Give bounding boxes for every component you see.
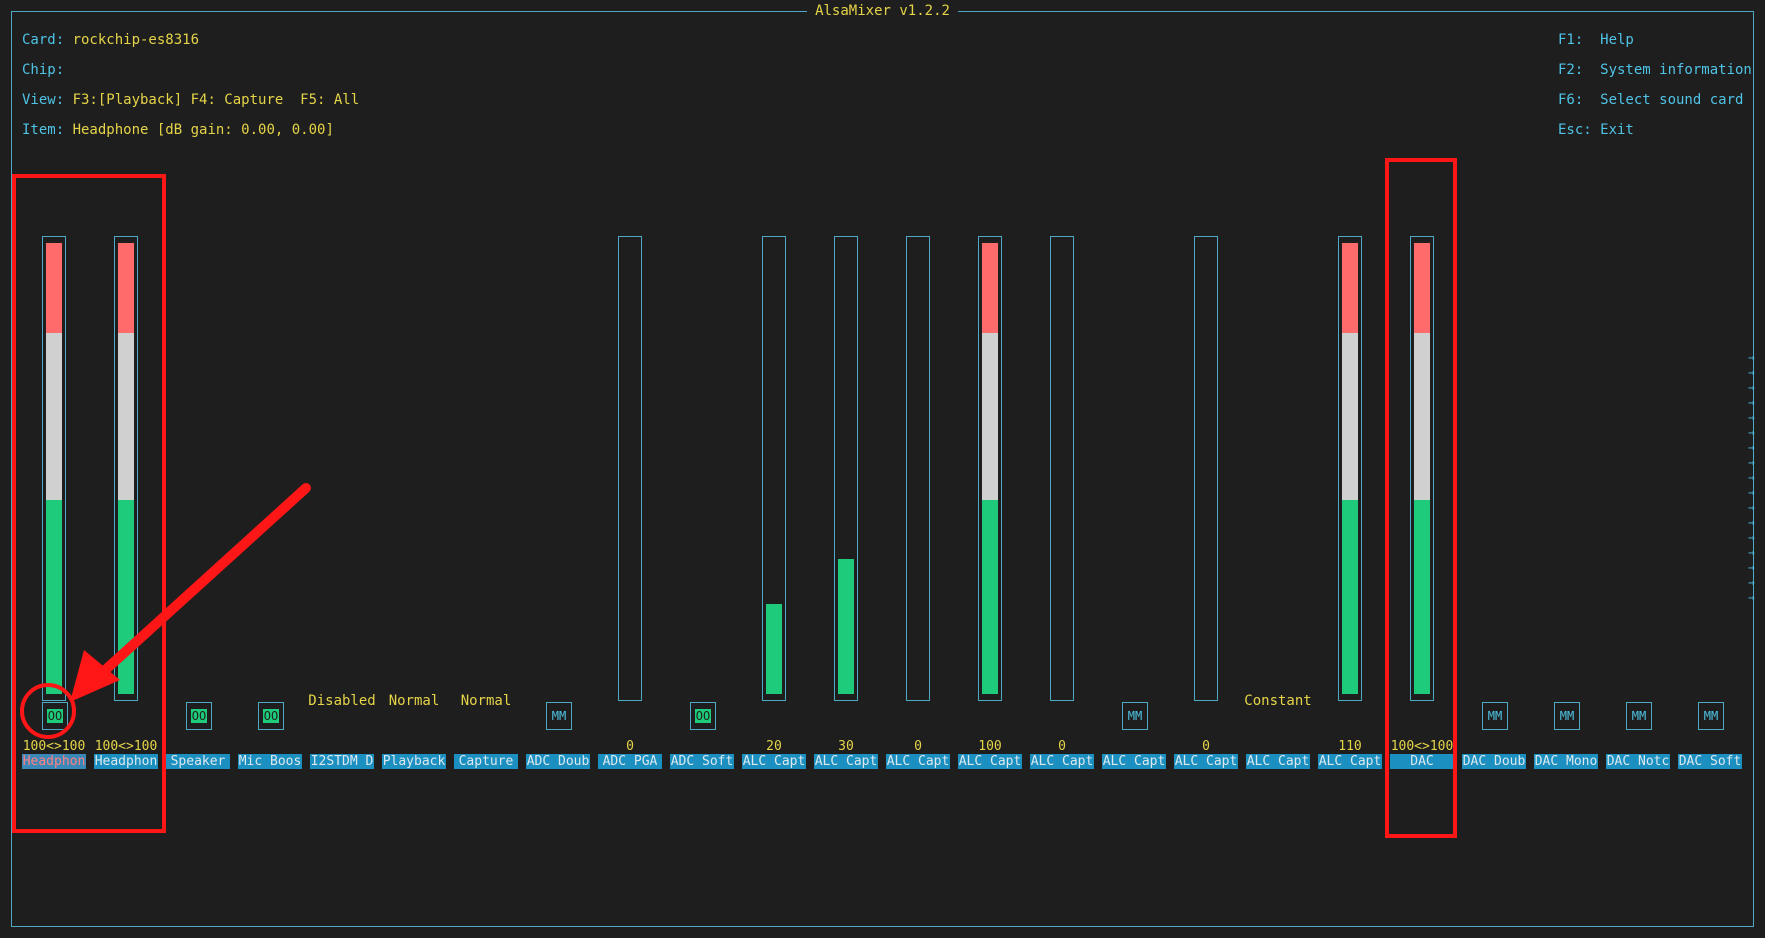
- annotation-arrow: [70, 483, 311, 702]
